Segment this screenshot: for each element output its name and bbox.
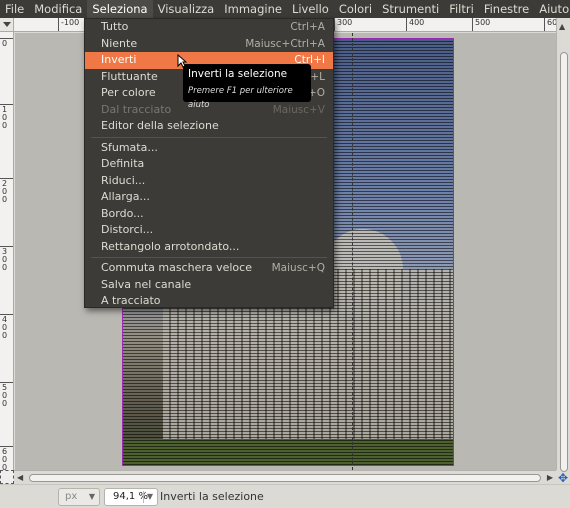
- menubar-item-file[interactable]: File: [0, 0, 29, 18]
- menu-item-distorci[interactable]: Distorci...: [85, 222, 333, 239]
- vertical-scroll-thumb[interactable]: [560, 52, 568, 472]
- menubar-item-livello[interactable]: Livello: [287, 0, 334, 18]
- ruler-tick-label: 0: [2, 399, 8, 408]
- status-bar: px ▼ 94,1 % ▼ Inverti la selezione: [0, 484, 570, 508]
- ruler-tick-label: 600: [544, 18, 556, 31]
- menubar-item-strumenti[interactable]: Strumenti: [377, 0, 444, 18]
- menu-item-label: Distorci...: [101, 223, 154, 236]
- zoom-selector[interactable]: 94,1 % ▼: [104, 488, 158, 506]
- chevron-down-icon: ▼: [88, 492, 95, 501]
- menubar-item-filtri[interactable]: Filtri: [444, 0, 479, 18]
- ruler-tick-label: -100: [58, 18, 79, 31]
- menu-item-rettangolo-arrotondato[interactable]: Rettangolo arrotondato...: [85, 239, 333, 256]
- ruler-tick-label: 0: [2, 195, 8, 204]
- tooltip-hint: Premere F1 per ulteriore aiuto: [188, 86, 293, 110]
- ruler-tick-label: 0: [2, 263, 8, 272]
- menu-item-label: Per colore: [101, 86, 156, 99]
- menubar-item-immagine[interactable]: Immagine: [219, 0, 287, 18]
- menu-item-sfumata[interactable]: Sfumata...: [85, 140, 333, 157]
- menu-separator: [91, 136, 327, 138]
- horizontal-scroll-thumb[interactable]: [29, 474, 541, 482]
- menubar-item-aiuto[interactable]: Aiuto: [534, 0, 570, 18]
- horizontal-scrollbar[interactable]: ◀ ▶: [14, 470, 556, 484]
- scroll-right-icon[interactable]: ▶: [547, 473, 553, 483]
- scroll-left-icon[interactable]: ◀: [17, 473, 23, 483]
- menu-item-shortcut: Maiusc+Ctrl+A: [245, 37, 325, 50]
- guide-line[interactable]: [352, 33, 353, 470]
- unit-value: px: [65, 491, 78, 502]
- menu-item-label: Fluttuante: [101, 69, 158, 83]
- quick-mask-toggle-icon[interactable]: [0, 470, 14, 484]
- vertical-ruler[interactable]: 0100200300400500600: [0, 32, 14, 470]
- ruler-tick-label: 300: [334, 18, 352, 31]
- ruler-tick-label: 0: [2, 331, 8, 340]
- ruler-tick-label: 500: [472, 18, 490, 31]
- menu-item-label: Inverti: [101, 53, 137, 66]
- menu-item-label: Editor della selezione: [101, 119, 219, 132]
- menu-bar: File Modifica Seleziona Visualizza Immagine L…: [0, 0, 570, 18]
- status-message: Inverti la selezione: [160, 490, 264, 503]
- menu-item-salva-nel-canale[interactable]: Salva nel canale: [85, 277, 333, 294]
- menu-item-label: A tracciato: [101, 294, 161, 307]
- vertical-scrollbar[interactable]: ▲: [556, 18, 570, 472]
- menu-separator: [91, 257, 327, 258]
- menu-item-label: Dal tracciato: [101, 102, 172, 116]
- divider: [143, 491, 144, 503]
- menu-item-label: Riduci...: [101, 173, 146, 187]
- menu-item-riduci[interactable]: Riduci...: [85, 173, 333, 190]
- menubar-item-modifica[interactable]: Modifica: [29, 0, 87, 18]
- menu-item-label: Sfumata...: [101, 140, 158, 154]
- ruler-tick-label: 400: [406, 18, 424, 31]
- menu-item-shortcut: Ctrl+A: [290, 21, 325, 33]
- menu-item-niente[interactable]: Niente Maiusc+Ctrl+A: [85, 36, 333, 53]
- menubar-item-seleziona[interactable]: Seleziona: [87, 0, 153, 18]
- menu-item-bordo[interactable]: Bordo...: [85, 206, 333, 223]
- selection-menu: Tutto Ctrl+A Niente Maiusc+Ctrl+A Inverti Ctr…: [84, 18, 334, 308]
- triangle-down-icon: [3, 22, 11, 27]
- tooltip-title: Inverti la selezione: [188, 68, 288, 80]
- menu-item-label: Niente: [101, 36, 138, 50]
- ruler-tick-label: 0: [2, 39, 8, 48]
- menu-item-commuta-maschera-veloce[interactable]: Commuta maschera veloce Maiusc+Q: [85, 260, 333, 277]
- menubar-item-colori[interactable]: Colori: [334, 0, 377, 18]
- menu-item-allarga[interactable]: Allarga...: [85, 189, 333, 206]
- menu-item-shortcut: Maiusc+Q: [271, 262, 325, 274]
- chevron-down-icon: ▼: [146, 492, 153, 501]
- menu-item-label: Rettangolo arrotondato...: [101, 239, 240, 253]
- scroll-up-icon[interactable]: ▲: [559, 22, 569, 32]
- tooltip: Inverti la selezione Premere F1 per ulte…: [183, 64, 311, 110]
- mouse-pointer-icon: [177, 54, 187, 68]
- unit-selector[interactable]: px ▼: [58, 488, 100, 506]
- menu-item-tutto[interactable]: Tutto Ctrl+A: [85, 19, 333, 36]
- menu-item-editor-della-selezione[interactable]: Editor della selezione: [85, 118, 333, 135]
- menu-item-a-tracciato[interactable]: A tracciato: [85, 293, 333, 310]
- menu-item-label: Bordo...: [101, 206, 144, 220]
- menu-item-definita[interactable]: Definita: [85, 156, 333, 173]
- ruler-tick-label: 0: [2, 121, 8, 130]
- ruler-corner-button[interactable]: [0, 18, 14, 32]
- menu-item-label: Tutto: [101, 20, 129, 33]
- menu-item-label: Commuta maschera veloce: [101, 261, 252, 274]
- navigate-icon[interactable]: ✥: [558, 472, 570, 484]
- menu-item-label: Definita: [101, 157, 145, 170]
- menubar-item-finestre[interactable]: Finestre: [479, 0, 534, 18]
- menu-item-label: Allarga...: [101, 190, 150, 203]
- menubar-item-visualizza[interactable]: Visualizza: [153, 0, 220, 18]
- menu-item-label: Salva nel canale: [101, 277, 192, 291]
